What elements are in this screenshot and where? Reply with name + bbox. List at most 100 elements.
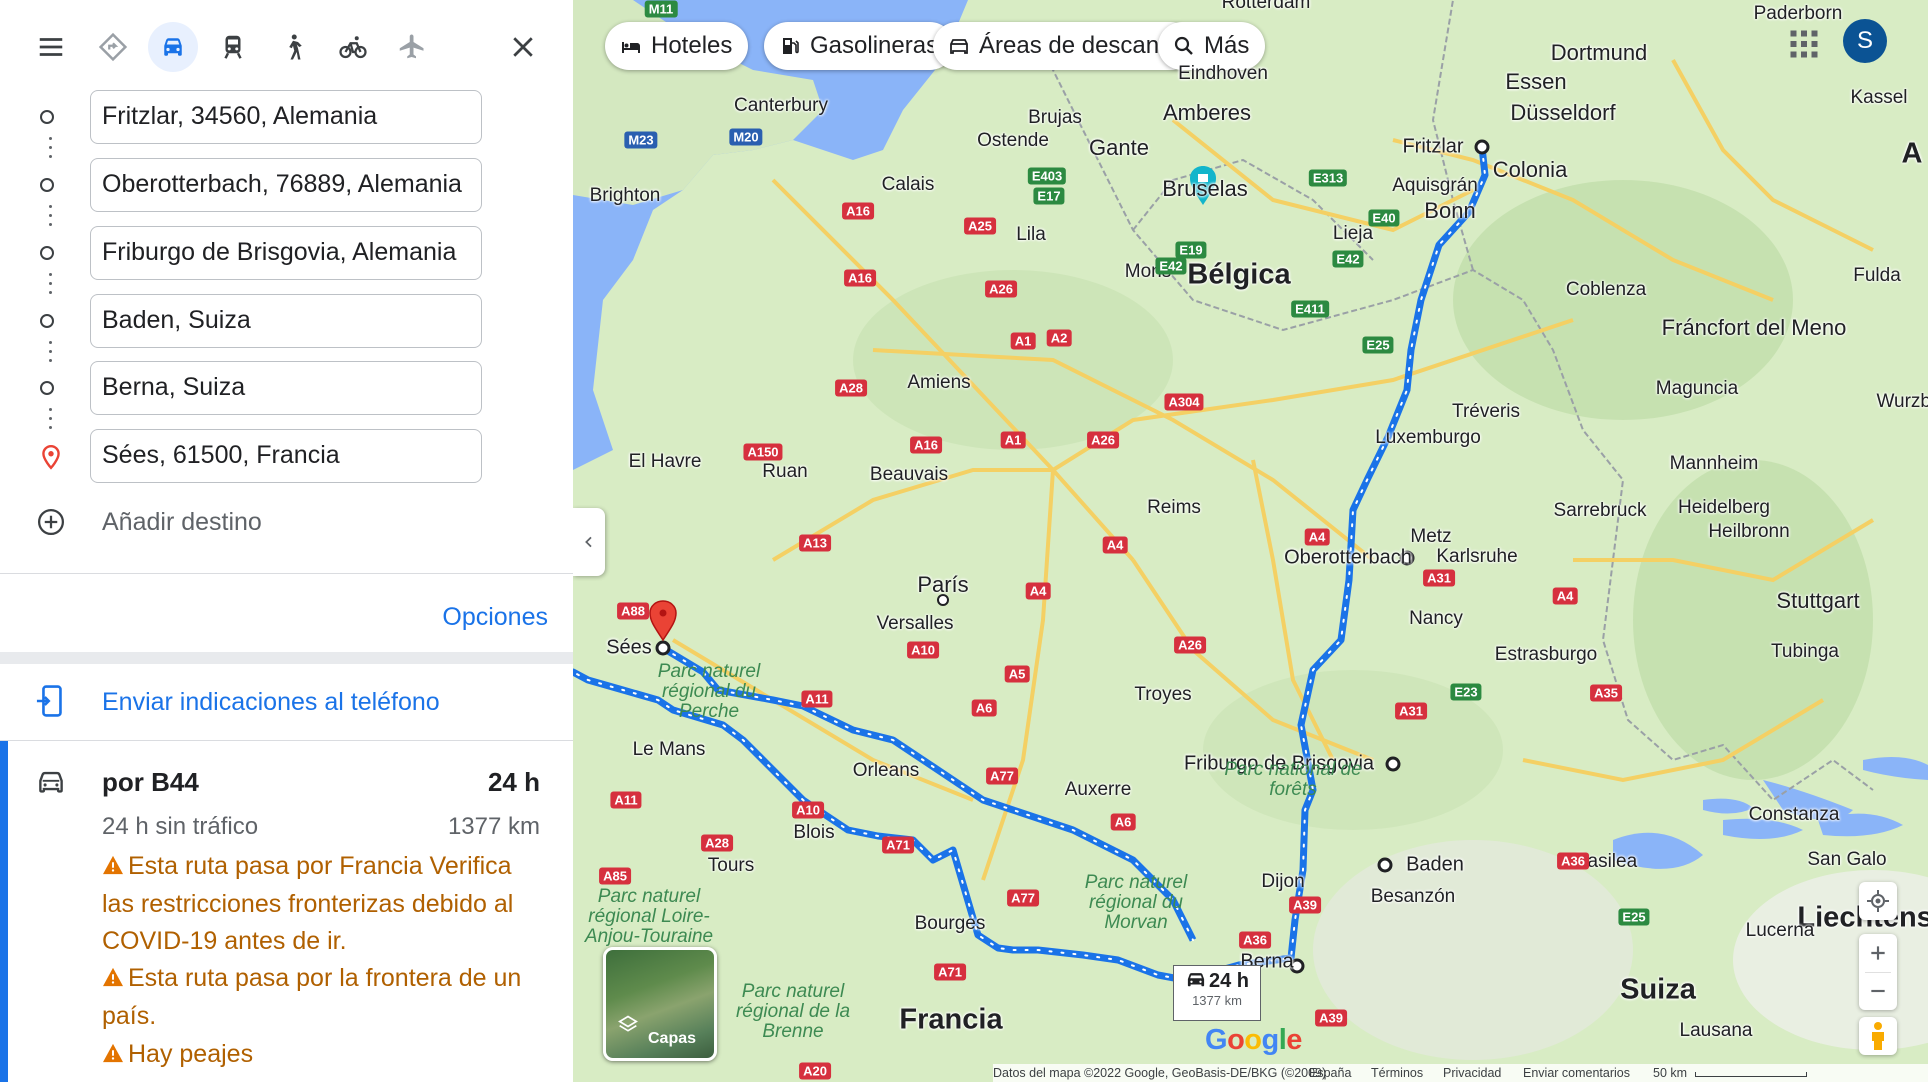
city-label: Brujas [1028,107,1082,128]
my-location-button[interactable] [1859,882,1897,920]
route-summary-callout[interactable]: 24 h 1377 km [1173,965,1261,1021]
road-shield: A10 [907,641,939,659]
zoom-out-button[interactable] [1859,972,1897,1010]
city-label: Lucerna [1745,920,1815,941]
road-shield: A1 [1000,431,1026,449]
map-canvas[interactable]: Hoteles Gasolineras Áreas de descan... M… [573,0,1928,1082]
directions-panel: Fritzlar, 34560, Alemania Oberotterbach,… [0,0,574,1082]
road-shield: A85 [599,867,631,885]
add-destination-button[interactable]: Añadir destino [0,497,573,547]
apps-grid-icon[interactable] [1786,26,1822,62]
city-label: Orleans [852,760,920,781]
stop-input-4[interactable]: Baden, Suiza [90,294,482,348]
chip-label: Áreas de descan... [979,32,1180,59]
road-shield: A77 [986,767,1018,785]
city-label: Essen [1505,69,1567,94]
collapse-panel-button[interactable] [573,508,605,576]
street-view-pegman[interactable] [1859,1017,1897,1055]
city-label: Amberes [1162,100,1252,125]
road-shield: A2 [1046,329,1072,347]
road-shield: E411 [1291,300,1329,318]
city-label: Ostende [977,130,1049,151]
city-label: Metz [1410,526,1452,547]
rest-area-icon [950,39,968,54]
pegman-icon [1872,1022,1884,1050]
city-label: Bonn [1424,198,1476,223]
city-label: Tréveris [1452,401,1520,422]
city-label: Lila [1016,224,1046,245]
send-to-phone-label: Enviar indicaciones al teléfono [102,688,440,716]
route-time: 24 h [487,767,540,797]
waypoint-label: Baden [1406,853,1464,876]
terms-link[interactable]: Términos [1371,1066,1423,1080]
scale-label[interactable]: 50 km [1653,1066,1687,1080]
plane-icon[interactable] [386,22,436,72]
route-callout-time: 24 h [1174,970,1260,993]
city-label: Canterbury [734,95,828,116]
road-shield: A26 [985,280,1017,298]
road-shield: A31 [1423,569,1455,587]
chip-rest-areas[interactable]: Áreas de descan... [933,22,1196,70]
route-traffic: 24 h sin tráfico [102,813,259,840]
walk-icon[interactable] [268,22,318,72]
stop-circle-icon [40,381,54,395]
road-shield: E313 [1308,169,1348,187]
city-label: Beauvais [869,464,949,485]
city-label: Rotterdam [1221,0,1311,13]
send-to-phone-button[interactable]: Enviar indicaciones al teléfono [0,664,573,741]
plus-icon [1871,946,1885,960]
road-shield: A39 [1289,896,1321,914]
feedback-link[interactable]: Enviar comentarios [1523,1066,1630,1080]
layers-button[interactable]: Capas [603,947,717,1061]
stop-input-3[interactable]: Friburgo de Brisgovia, Alemania [90,226,482,280]
section-divider [0,652,573,664]
country-link[interactable]: España [1309,1066,1351,1080]
road-shield: M20 [729,128,763,146]
city-label: Paderborn [1753,3,1843,24]
options-link[interactable]: Opciones [442,603,548,632]
city-label: Luxemburgo [1375,427,1481,448]
stop-input-1[interactable]: Fritzlar, 34560, Alemania [90,90,482,144]
stop-input-2[interactable]: Oberotterbach, 76889, Alemania [90,158,482,212]
road-shield: A16 [910,436,942,454]
stop-input-5[interactable]: Berna, Suiza [90,361,482,415]
car-icon[interactable] [148,22,198,72]
close-icon[interactable] [498,22,548,72]
car-icon [1187,973,1205,987]
road-shield: E42 [1332,250,1364,268]
privacy-link[interactable]: Privacidad [1443,1066,1501,1080]
city-label: París [917,572,969,597]
city-label: El Havre [628,451,702,472]
road-shield: A4 [1304,528,1330,546]
city-label: Brighton [589,185,661,206]
chip-hotels[interactable]: Hoteles [605,22,749,70]
stop-input-6[interactable]: Sées, 61500, Francia [90,429,482,483]
road-shield: A36 [1239,931,1271,949]
directions-icon[interactable] [88,22,138,72]
city-label: Mannheim [1669,453,1759,474]
city-label: Bourges [914,913,986,934]
road-shield: E17 [1033,187,1065,205]
train-icon[interactable] [208,22,258,72]
waypoint-label: Fritzlar [1402,135,1464,158]
account-avatar[interactable]: S [1843,19,1887,63]
stop-circle-icon [40,314,54,328]
park-label: Parc naturel régional du Morvan [1084,872,1188,933]
road-shield: A11 [801,690,833,708]
menu-icon[interactable] [26,22,76,72]
road-shield: E19 [1175,241,1207,259]
zoom-in-button[interactable] [1859,934,1897,972]
bike-icon[interactable] [328,22,378,72]
waypoint-label: Sées [606,636,652,659]
chip-label: Gasolineras [810,32,939,59]
route-option-card[interactable]: por B44 24 h 24 h sin tráfico 1377 km Es… [0,741,573,1082]
road-shield: A25 [964,217,996,235]
route-warning: Hay peajes [102,1036,542,1074]
chip-gas-stations[interactable]: Gasolineras [764,22,955,70]
city-label: Aquisgrán [1392,175,1478,196]
road-shield: A71 [882,836,914,854]
city-label: Heidelberg [1678,497,1770,518]
car-icon [39,771,63,793]
city-label: Fráncfort del Meno [1661,315,1847,340]
gas-station-icon [783,38,799,54]
